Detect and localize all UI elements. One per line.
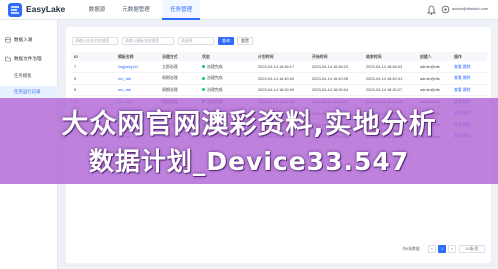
table-cell: 治理完成	[199, 84, 255, 97]
pager-next-button[interactable]: >	[448, 245, 456, 253]
table-row[interactable]: 5 mo_tab 周期治理 治理完成 2023-04-14 16:30:00 2023-0…	[71, 84, 487, 97]
column-header[interactable]: ID	[71, 52, 115, 61]
bell-icon[interactable]	[427, 5, 436, 15]
table-cell: 7	[71, 61, 115, 74]
status-dot-icon	[202, 88, 205, 92]
pager-prev-button[interactable]: <	[428, 245, 436, 253]
easylake-logo-icon	[8, 3, 22, 17]
pager-total: 共6条数据	[402, 247, 420, 251]
folder-icon	[5, 56, 11, 62]
table-cell: 周期治理	[159, 72, 199, 85]
table-cell: 2023-04-14 16:30:00	[255, 84, 309, 97]
reset-button[interactable]: 重置	[237, 37, 253, 45]
table-cell: 治理完成	[199, 61, 255, 74]
table-cell: 2023-04-14 16:46:23	[309, 61, 363, 74]
column-header[interactable]: 开始时间	[309, 52, 363, 61]
table-cell[interactable]: mo_tab	[115, 84, 159, 97]
sidebar-item-file-governance[interactable]: 数据文件治理	[0, 53, 58, 65]
sidebar-item-label: 数据入湖	[14, 37, 33, 42]
database-icon	[5, 37, 11, 43]
tab-datasource[interactable]: 数据源	[84, 0, 110, 20]
status-text: 治理完成	[207, 75, 223, 81]
table-cell: 2023-04-14 16:30:27	[363, 84, 417, 97]
table-cell: admin@dts	[417, 72, 451, 85]
app-name: EasyLake	[26, 4, 66, 14]
table-cell[interactable]: 查看 删除	[451, 72, 487, 85]
table-cell[interactable]: lingjiang111	[115, 61, 159, 74]
pager-current-page[interactable]: 1	[438, 245, 446, 253]
page-size-select[interactable]: 10条/页	[459, 245, 485, 253]
status-select[interactable]: 请选择	[178, 37, 214, 45]
sidebar-item-task-template[interactable]: 任务模板	[0, 70, 58, 82]
table-cell: 立即治理	[159, 61, 199, 74]
watermark-banner: 大众网官网澳彩资料,实地分析 数据计划_Device33.547	[0, 98, 498, 184]
column-header[interactable]: 结束时间	[363, 52, 417, 61]
table-row[interactable]: 7 lingjiang111 立即治理 治理完成 2023-04-14 16:46:17…	[71, 61, 487, 74]
status-text: 治理完成	[207, 86, 223, 92]
table-cell: 治理完成	[199, 72, 255, 85]
tab-task-management[interactable]: 任务管理	[162, 0, 200, 20]
table-cell: 2023-04-14 16:46:43	[363, 61, 417, 74]
column-header[interactable]: 操作	[451, 52, 487, 61]
table-header-row: ID 模板名称 治理方式 状态 计划时间 开始时间 结束时间 创建人 操作	[71, 52, 487, 61]
column-header[interactable]: 计划时间	[255, 52, 309, 61]
status-dot-icon	[202, 76, 205, 80]
table-cell[interactable]: 查看 删除	[451, 61, 487, 74]
task-search-input[interactable]: 请输入任务名称搜索	[72, 37, 118, 45]
column-header[interactable]: 模板名称	[115, 52, 159, 61]
sidebar-item-run-records[interactable]: 任务运行记录	[0, 86, 58, 98]
sidebar-item-label: 数据文件治理	[14, 56, 42, 61]
table-cell: 2023-04-14 16:40:00	[255, 72, 309, 85]
user-email[interactable]: admin@dtstack.com	[452, 6, 488, 11]
table-cell[interactable]: 查看 删除	[451, 84, 487, 97]
column-header[interactable]: 治理方式	[159, 52, 199, 61]
top-bar: EasyLake 数据源 元数据管理 任务管理 admin@dtstack.co…	[0, 0, 498, 20]
settings-icon[interactable]	[441, 5, 450, 14]
table-cell: 6	[71, 72, 115, 85]
table-cell: admin@dts	[417, 84, 451, 97]
sidebar-item-data-ingest[interactable]: 数据入湖	[0, 34, 58, 46]
table-cell[interactable]: mo_tab	[115, 72, 159, 85]
status-text: 治理完成	[207, 63, 223, 69]
table-cell: admin@dts	[417, 61, 451, 74]
table-cell: 2023-04-14 16:46:17	[255, 61, 309, 74]
status-dot-icon	[202, 65, 205, 69]
table-cell: 周期治理	[159, 84, 199, 97]
table-cell: 2023-04-14 16:30:04	[309, 84, 363, 97]
column-header[interactable]: 状态	[199, 52, 255, 61]
watermark-line-2: 数据计划_Device33.547	[88, 147, 410, 176]
table-cell: 5	[71, 84, 115, 97]
column-header[interactable]: 创建人	[417, 52, 451, 61]
watermark-line-1: 大众网官网澳彩资料,实地分析	[61, 109, 437, 140]
template-search-input[interactable]: 请输入模板名称搜索	[122, 37, 174, 45]
table-row[interactable]: 6 mo_tab 周期治理 治理完成 2023-04-14 16:40:00 2023-0…	[71, 72, 487, 85]
table-cell: 2023-04-14 16:40:05	[309, 72, 363, 85]
table-cell: 2023-04-14 16:40:31	[363, 72, 417, 85]
search-button[interactable]: 查询	[218, 37, 234, 45]
tab-metadata[interactable]: 元数据管理	[116, 0, 156, 20]
